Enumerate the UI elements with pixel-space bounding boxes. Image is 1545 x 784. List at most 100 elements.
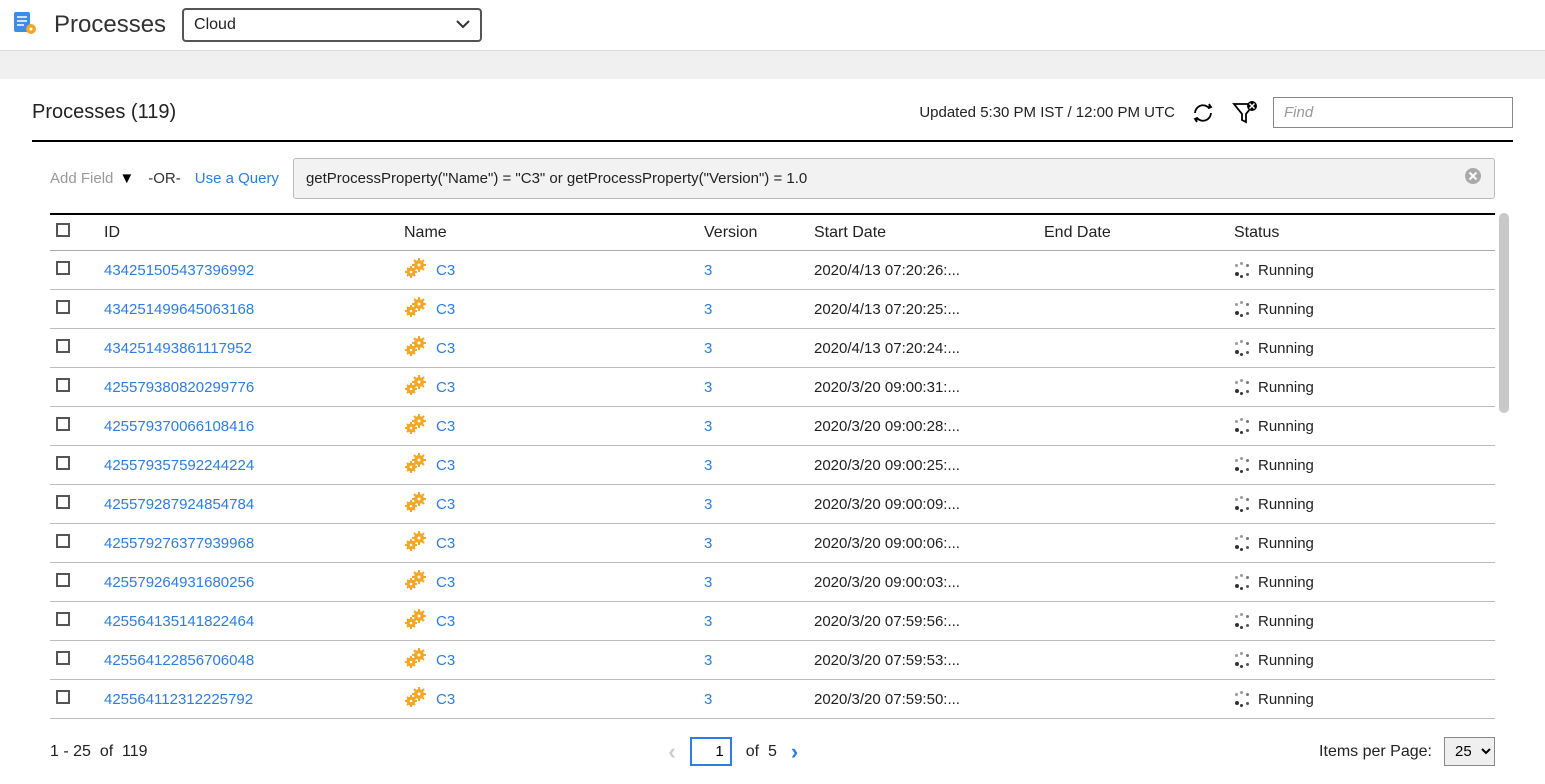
next-page-button[interactable]: › <box>791 739 798 765</box>
row-checkbox[interactable] <box>56 534 70 548</box>
start-date: 2020/3/20 09:00:31:... <box>808 368 1038 407</box>
clear-query-icon[interactable] <box>1464 167 1482 190</box>
end-date <box>1038 524 1228 563</box>
process-name-link[interactable]: C3 <box>436 613 455 630</box>
table-row: 425579357592244224 C3 3 2020/3/20 09:00:… <box>50 446 1495 485</box>
range-label: 1 - 25 of 119 <box>50 743 148 761</box>
process-name-link[interactable]: C3 <box>436 418 455 435</box>
query-input[interactable]: getProcessProperty("Name") = "C3" or get… <box>293 158 1495 199</box>
table-row: 425564122856706048 C3 3 2020/3/20 07:59:… <box>50 641 1495 680</box>
process-id-link[interactable]: 425564122856706048 <box>104 652 254 669</box>
process-name-link[interactable]: C3 <box>436 340 455 357</box>
refresh-icon[interactable] <box>1191 101 1215 125</box>
end-date <box>1038 485 1228 524</box>
process-name-link[interactable]: C3 <box>436 691 455 708</box>
process-version-link[interactable]: 3 <box>704 613 712 630</box>
scrollbar[interactable] <box>1499 213 1509 413</box>
table-row: 434251493861117952 C3 3 2020/4/13 07:20:… <box>50 329 1495 368</box>
process-version-link[interactable]: 3 <box>704 457 712 474</box>
process-name-link[interactable]: C3 <box>436 262 455 279</box>
process-id-link[interactable]: 434251499645063168 <box>104 301 254 318</box>
row-checkbox[interactable] <box>56 339 70 353</box>
or-label: -OR- <box>148 170 181 187</box>
col-status[interactable]: Status <box>1228 214 1495 251</box>
pager: ‹ of 5 › <box>668 737 798 766</box>
process-version-link[interactable]: 3 <box>704 262 712 279</box>
filter-icon[interactable] <box>1231 100 1257 126</box>
process-id-link[interactable]: 425579264931680256 <box>104 574 254 591</box>
process-name-link[interactable]: C3 <box>436 535 455 552</box>
status-text: Running <box>1258 340 1314 357</box>
add-field-button[interactable]: Add Field ▼ <box>50 170 134 187</box>
row-checkbox[interactable] <box>56 456 70 470</box>
process-version-link[interactable]: 3 <box>704 301 712 318</box>
row-checkbox[interactable] <box>56 573 70 587</box>
process-id-link[interactable]: 425579287924854784 <box>104 496 254 513</box>
process-id-link[interactable]: 425579276377939968 <box>104 535 254 552</box>
process-id-link[interactable]: 434251505437396992 <box>104 262 254 279</box>
process-id-link[interactable]: 425564135141822464 <box>104 613 254 630</box>
items-per-page-select[interactable]: 25 <box>1444 737 1495 766</box>
row-checkbox[interactable] <box>56 261 70 275</box>
end-date <box>1038 680 1228 719</box>
row-checkbox[interactable] <box>56 690 70 704</box>
spinner-icon <box>1234 379 1250 395</box>
col-version[interactable]: Version <box>698 214 808 251</box>
prev-page-button[interactable]: ‹ <box>668 739 675 765</box>
process-id-link[interactable]: 425579380820299776 <box>104 379 254 396</box>
process-version-link[interactable]: 3 <box>704 379 712 396</box>
status-text: Running <box>1258 535 1314 552</box>
table-row: 425579370066108416 C3 3 2020/3/20 09:00:… <box>50 407 1495 446</box>
process-version-link[interactable]: 3 <box>704 691 712 708</box>
status-text: Running <box>1258 262 1314 279</box>
filter-bar: Add Field ▼ -OR- Use a Query getProcessP… <box>32 158 1513 213</box>
process-name-link[interactable]: C3 <box>436 379 455 396</box>
end-date <box>1038 641 1228 680</box>
find-input[interactable] <box>1273 97 1513 128</box>
use-query-link[interactable]: Use a Query <box>195 170 279 187</box>
items-per-page: Items per Page: 25 <box>1319 737 1495 766</box>
start-date: 2020/3/20 09:00:03:... <box>808 563 1038 602</box>
environment-value: Cloud <box>194 16 236 34</box>
process-gears-icon <box>404 687 428 711</box>
row-checkbox[interactable] <box>56 651 70 665</box>
process-id-link[interactable]: 425579357592244224 <box>104 457 254 474</box>
start-date: 2020/4/13 07:20:25:... <box>808 290 1038 329</box>
status-text: Running <box>1258 418 1314 435</box>
process-name-link[interactable]: C3 <box>436 652 455 669</box>
updated-timestamp: Updated 5:30 PM IST / 12:00 PM UTC <box>919 104 1175 121</box>
chevron-down-icon <box>456 16 470 34</box>
row-checkbox[interactable] <box>56 612 70 626</box>
page-input[interactable] <box>690 737 732 766</box>
process-version-link[interactable]: 3 <box>704 652 712 669</box>
process-version-link[interactable]: 3 <box>704 340 712 357</box>
row-checkbox[interactable] <box>56 495 70 509</box>
process-version-link[interactable]: 3 <box>704 418 712 435</box>
process-name-link[interactable]: C3 <box>436 496 455 513</box>
process-name-link[interactable]: C3 <box>436 457 455 474</box>
spinner-icon <box>1234 418 1250 434</box>
process-version-link[interactable]: 3 <box>704 535 712 552</box>
process-version-link[interactable]: 3 <box>704 574 712 591</box>
row-checkbox[interactable] <box>56 417 70 431</box>
col-name[interactable]: Name <box>398 214 698 251</box>
row-checkbox[interactable] <box>56 300 70 314</box>
select-all-checkbox[interactable] <box>56 223 70 237</box>
process-id-link[interactable]: 425564112312225792 <box>104 691 253 708</box>
row-checkbox[interactable] <box>56 378 70 392</box>
end-date <box>1038 251 1228 290</box>
col-end[interactable]: End Date <box>1038 214 1228 251</box>
page-title: Processes <box>54 11 166 39</box>
query-text: getProcessProperty("Name") = "C3" or get… <box>306 170 807 187</box>
environment-select[interactable]: Cloud <box>182 8 482 42</box>
start-date: 2020/4/13 07:20:26:... <box>808 251 1038 290</box>
process-version-link[interactable]: 3 <box>704 496 712 513</box>
col-start[interactable]: Start Date <box>808 214 1038 251</box>
app-logo-icon <box>12 10 38 40</box>
start-date: 2020/3/20 07:59:53:... <box>808 641 1038 680</box>
process-id-link[interactable]: 425579370066108416 <box>104 418 254 435</box>
col-id[interactable]: ID <box>98 214 398 251</box>
process-name-link[interactable]: C3 <box>436 574 455 591</box>
process-name-link[interactable]: C3 <box>436 301 455 318</box>
process-id-link[interactable]: 434251493861117952 <box>104 340 252 357</box>
